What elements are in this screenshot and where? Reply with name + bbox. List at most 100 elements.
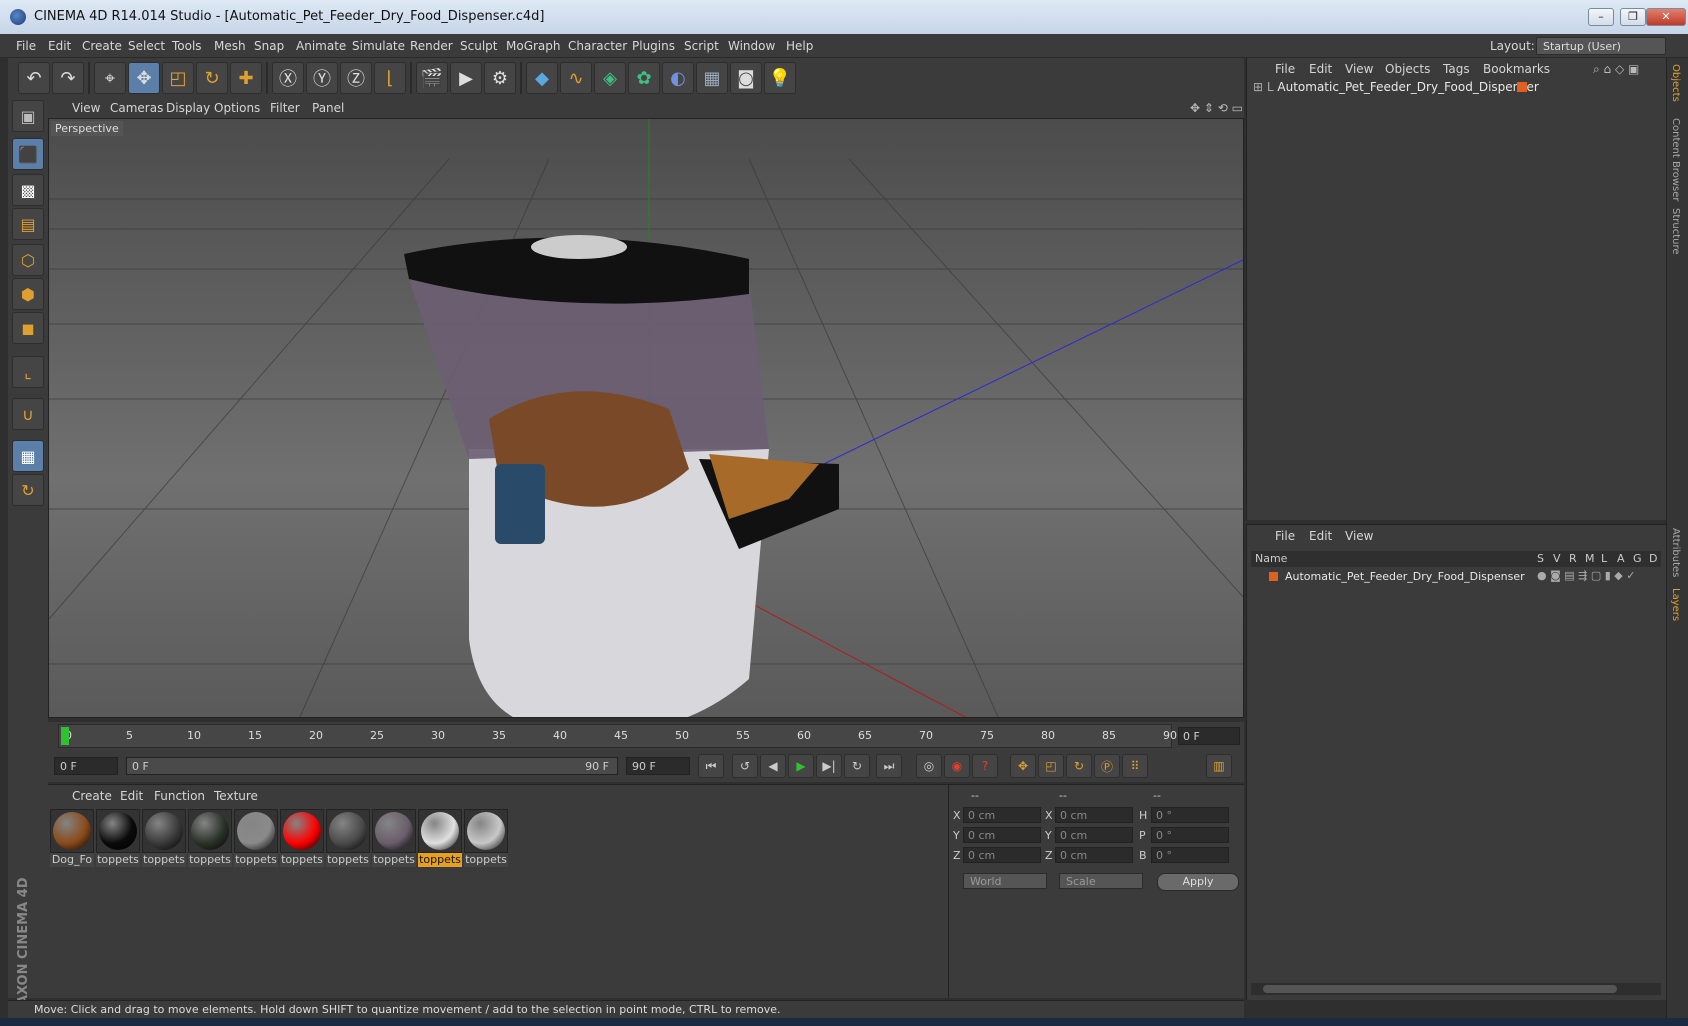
menu-character[interactable]: Character xyxy=(568,39,627,53)
record-keys-icon[interactable]: ◎ xyxy=(916,754,942,778)
menu-edit[interactable]: Edit xyxy=(48,39,71,53)
menu-create[interactable]: Create xyxy=(82,39,122,53)
rot-h-field[interactable]: 0 ° xyxy=(1151,807,1229,823)
undo-icon[interactable]: ↶ xyxy=(18,62,50,94)
spline-icon[interactable]: ∿ xyxy=(560,62,592,94)
viewport-nav-icons[interactable]: ✥ ⇕ ⟲ ▭ xyxy=(1190,101,1243,115)
side-tab-structure[interactable]: Structure xyxy=(1670,208,1681,255)
make-editable-icon[interactable]: ▣ xyxy=(12,100,44,132)
layer-scrollbar-thumb[interactable] xyxy=(1263,985,1617,993)
model-mode-icon[interactable]: ⬛ xyxy=(12,138,44,170)
material-menu-function[interactable]: Function xyxy=(154,789,205,803)
menu-script[interactable]: Script xyxy=(684,39,719,53)
side-tab-layers[interactable]: Layers xyxy=(1670,588,1681,621)
menu-snap[interactable]: Snap xyxy=(254,39,284,53)
nurbs-icon[interactable]: ◈ xyxy=(594,62,626,94)
prev-frame-icon[interactable]: ◀ xyxy=(760,754,786,778)
layer-row[interactable]: Automatic_Pet_Feeder_Dry_Food_Dispenser … xyxy=(1251,569,1661,585)
layout-select[interactable]: Startup (User) xyxy=(1536,37,1666,55)
viewport-menu-cameras[interactable]: Cameras xyxy=(110,101,163,115)
size-z-field[interactable]: 0 cm xyxy=(1055,847,1133,863)
render-picture-icon[interactable]: ▶ xyxy=(450,62,482,94)
layer-toggle-icons[interactable]: ● ◙ ▤ ⇶ ▢ ▮ ◆ ✓ xyxy=(1537,569,1635,582)
timeline-ruler[interactable]: 051015202530354045505560657075808590 xyxy=(58,724,1177,748)
pos-y-field[interactable]: 0 cm xyxy=(963,827,1041,843)
object-nav-icons[interactable]: ⌕ ⌂ ◇ ▣ xyxy=(1593,62,1639,77)
material-swatch[interactable]: toppets xyxy=(234,809,278,869)
minimize-button[interactable]: – xyxy=(1588,8,1614,26)
object-menu-tags[interactable]: Tags xyxy=(1443,62,1470,76)
object-menu-bookmarks[interactable]: Bookmarks xyxy=(1483,62,1550,76)
start-frame-field[interactable]: 0 F xyxy=(54,757,118,775)
next-key-icon[interactable]: ↻ xyxy=(844,754,870,778)
pos-z-field[interactable]: 0 cm xyxy=(963,847,1041,863)
edges-mode-icon[interactable]: ⬢ xyxy=(12,278,44,310)
current-frame-field[interactable]: 0 F xyxy=(1178,727,1240,745)
prev-key-icon[interactable]: ↺ xyxy=(732,754,758,778)
rot-b-field[interactable]: 0 ° xyxy=(1151,847,1229,863)
deformer-icon[interactable]: ◐ xyxy=(662,62,694,94)
play-icon[interactable]: ▶ xyxy=(788,754,814,778)
timeline[interactable]: 051015202530354045505560657075808590 0 F xyxy=(48,722,1244,750)
x-axis-icon[interactable]: Ⓧ xyxy=(272,62,304,94)
menu-render[interactable]: Render xyxy=(410,39,453,53)
viewport-menu-display[interactable]: Display xyxy=(166,101,210,115)
world-dropdown[interactable]: World xyxy=(963,873,1047,889)
render-view-icon[interactable]: 🎬 xyxy=(416,62,448,94)
material-swatch[interactable]: toppets xyxy=(96,809,140,869)
coord-system-icon[interactable]: ⌊ xyxy=(374,62,406,94)
object-menu-objects[interactable]: Objects xyxy=(1385,62,1430,76)
size-y-field[interactable]: 0 cm xyxy=(1055,827,1133,843)
material-swatch[interactable]: toppets xyxy=(372,809,416,869)
key-scale-icon[interactable]: ◰ xyxy=(1038,754,1064,778)
object-menu-view[interactable]: View xyxy=(1345,62,1373,76)
key-position-icon[interactable]: ✥ xyxy=(1010,754,1036,778)
viewport-menu-filter[interactable]: Filter xyxy=(270,101,300,115)
menu-simulate[interactable]: Simulate xyxy=(352,39,405,53)
select-icon[interactable]: ⌖ xyxy=(94,62,126,94)
scale-icon[interactable]: ◰ xyxy=(162,62,194,94)
object-menu-edit[interactable]: Edit xyxy=(1309,62,1332,76)
texture-mode-icon[interactable]: ▩ xyxy=(12,174,44,206)
workplane-icon[interactable]: ▤ xyxy=(12,208,44,240)
menu-mesh[interactable]: Mesh xyxy=(214,39,246,53)
menu-window[interactable]: Window xyxy=(728,39,775,53)
points-mode-icon[interactable]: ⬡ xyxy=(12,244,44,276)
size-x-field[interactable]: 0 cm xyxy=(1055,807,1133,823)
polygons-mode-icon[interactable]: ◼ xyxy=(12,312,44,344)
axis-mode-icon[interactable]: ⌞ xyxy=(12,356,44,388)
z-axis-icon[interactable]: Ⓩ xyxy=(340,62,372,94)
expand-icon[interactable]: ⊞ xyxy=(1253,80,1263,94)
timeline-window-icon[interactable]: ▥ xyxy=(1206,754,1232,778)
object-menu-file[interactable]: File xyxy=(1275,62,1295,76)
side-tab-content-browser[interactable]: Content Browser xyxy=(1670,118,1681,201)
menu-select[interactable]: Select xyxy=(128,39,165,53)
camera-icon[interactable]: ◙ xyxy=(730,62,762,94)
side-tab-attributes[interactable]: Attributes xyxy=(1670,528,1681,577)
menu-mograph[interactable]: MoGraph xyxy=(506,39,561,53)
rotate-icon[interactable]: ↻ xyxy=(196,62,228,94)
close-button[interactable]: ✕ xyxy=(1646,8,1686,26)
y-axis-icon[interactable]: Ⓨ xyxy=(306,62,338,94)
end-frame-field[interactable]: 90 F xyxy=(626,757,690,775)
perspective-viewport[interactable]: Perspective xyxy=(48,118,1244,718)
viewport-menu-view[interactable]: View xyxy=(72,101,100,115)
go-to-start-icon[interactable]: ⏮ xyxy=(698,754,724,778)
material-swatch[interactable]: toppets xyxy=(418,809,462,869)
key-parameter-icon[interactable]: Ⓟ xyxy=(1094,754,1120,778)
layer-menu-view[interactable]: View xyxy=(1345,529,1373,543)
material-swatch[interactable]: toppets xyxy=(280,809,324,869)
menu-tools[interactable]: Tools xyxy=(172,39,202,53)
viewport-menu-options[interactable]: Options xyxy=(214,101,260,115)
menu-file[interactable]: File xyxy=(16,39,36,53)
go-to-end-icon[interactable]: ⏭ xyxy=(876,754,902,778)
rot-p-field[interactable]: 0 ° xyxy=(1151,827,1229,843)
playhead-marker[interactable] xyxy=(61,727,69,745)
material-swatch[interactable]: toppets xyxy=(464,809,508,869)
material-menu-texture[interactable]: Texture xyxy=(214,789,258,803)
menu-animate[interactable]: Animate xyxy=(296,39,346,53)
floor-icon[interactable]: ▦ xyxy=(696,62,728,94)
material-swatch[interactable]: Dog_Fo xyxy=(50,809,94,869)
planar-workplane-icon[interactable]: ↻ xyxy=(12,474,44,506)
layer-scrollbar[interactable] xyxy=(1251,983,1661,995)
